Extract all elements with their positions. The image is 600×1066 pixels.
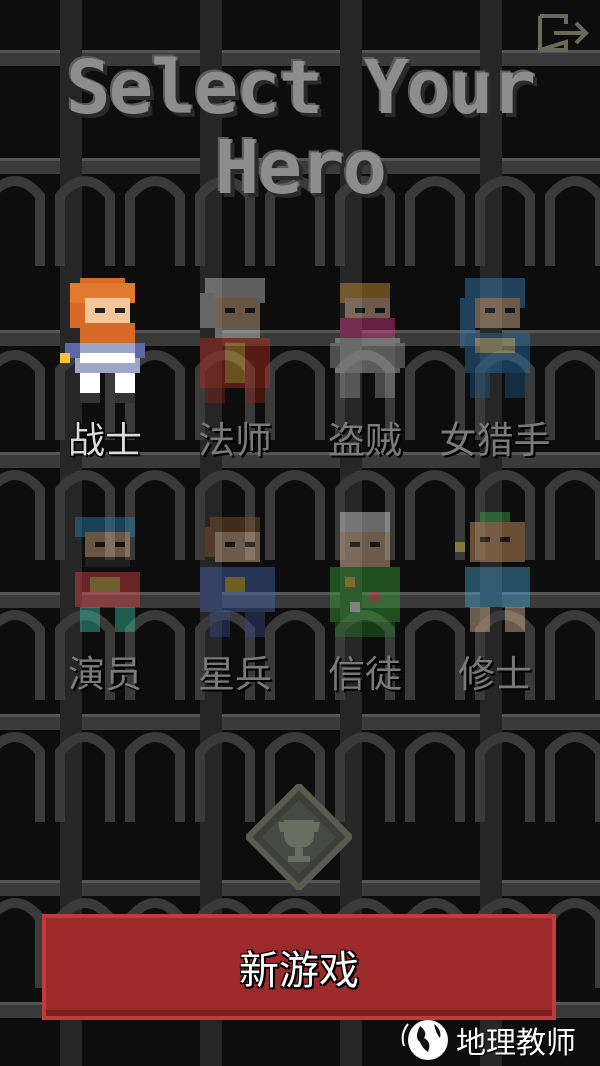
globe-logo-icon [401,1020,448,1060]
actor-sprite [75,517,140,632]
trophy-button[interactable] [243,781,355,893]
hero-warrior[interactable]: 战士 [30,278,180,468]
hero-name: 修士 [458,653,532,696]
hero-name: 女猎手 [439,419,551,462]
hero-star-soldier[interactable]: 星兵 [160,512,310,702]
new-game-button[interactable]: 新游戏 [42,914,556,1020]
watermark-text: 地理教师 [456,1026,576,1061]
trophy-icon [243,781,355,893]
mage-sprite [200,278,270,403]
new-game-label: 新游戏 [239,948,359,994]
hero-actor[interactable]: 演员 [30,512,180,702]
hero-monk[interactable]: 修士 [420,512,570,702]
hero-name: 演员 [68,653,142,696]
hero-name: 法师 [198,419,272,462]
hero-huntress[interactable]: 女猎手 [420,278,570,468]
hero-rogue[interactable]: 盗贼 [290,278,440,468]
monk-sprite [455,512,530,632]
exit-icon [538,14,589,52]
page-title: Select Your Hero [65,45,536,211]
watermark: 地理教师 [398,1016,598,1064]
rogue-sprite [330,283,405,398]
warrior-sprite [60,278,145,403]
hero-believer[interactable]: 信徒 [290,512,440,702]
huntress-sprite [460,278,530,398]
hero-name: 盗贼 [328,419,402,462]
hero-mage[interactable]: 法师 [160,278,310,468]
exit-button[interactable] [536,12,592,54]
hero-name: 战士 [68,419,142,462]
hero-name: 信徒 [328,653,402,696]
believer-sprite [330,512,400,637]
star-soldier-sprite [200,517,275,637]
hero-name: 星兵 [198,653,272,696]
